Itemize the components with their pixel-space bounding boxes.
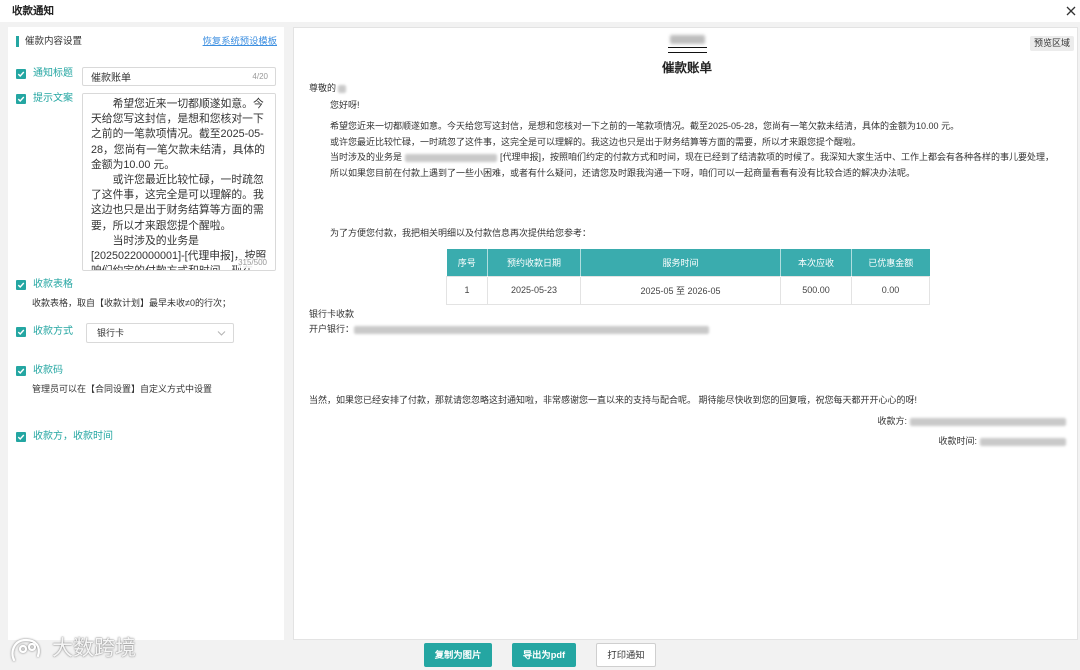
check-icon	[17, 368, 25, 375]
preview-panel: 预览区域 催款账单 尊敬的 您好呀! 希望您近来一切都顺遂如意。今天给您写这封信…	[293, 27, 1078, 640]
letter-body: 希望您近来一切都顺遂如意。今天给您写这封信，是想和您核对一下之前的一笔款项情况。…	[330, 119, 1054, 182]
table-header-cell: 预约收款日期	[487, 249, 581, 276]
salutation-line: 尊敬的	[309, 83, 347, 94]
redacted-text	[910, 417, 1066, 426]
prompt-text-label: 提示文案	[33, 93, 73, 104]
payee-time-label: 收款方，收款时间	[33, 431, 113, 442]
redacted-text	[354, 325, 710, 334]
table-intro: 为了方便您付款，我把相关明细以及付款信息再次提供给您参考：	[330, 228, 592, 238]
business-line: 当时涉及的业务是 [代理申报]，按照咱们约定的付款方式和时间，现在已经到了结清款项…	[330, 150, 1054, 166]
redacted-text	[980, 437, 1066, 446]
letter-line: 希望您近来一切都顺遂如意。今天给您写这封信，是想和您核对一下之前的一笔款项情况。…	[330, 121, 960, 131]
closing-text: 当然，如果您已经安排了付款，那就请您忽略这封通知啦，非常感谢您一直以来的支持与配…	[309, 395, 918, 405]
redacted-logo	[670, 35, 705, 44]
section-title: 催款内容设置	[25, 36, 83, 47]
payee-label: 收款方:	[877, 416, 907, 426]
check-icon	[17, 329, 25, 336]
payment-code-label: 收款码	[33, 365, 63, 376]
payment-time-row: 收款时间:	[938, 436, 1066, 447]
title-rule	[668, 47, 707, 53]
window-title: 收款通知	[12, 5, 54, 17]
chevron-down-icon	[217, 331, 226, 336]
notice-title-counter: 4/20	[252, 72, 268, 81]
notice-title-label: 通知标题	[33, 68, 73, 79]
prompt-text-textarea[interactable]: 希望您近来一切都顺遂如意。今天给您写这封信，是想和您核对一下之前的一笔款项情况。…	[82, 93, 276, 271]
letter-line: 或许您最近比较忙碌，一时疏忽了这件事，这完全是可以理解的。我这边也只是出于财务结…	[330, 136, 862, 147]
redacted-text	[405, 154, 498, 163]
letter-line: 所以如果您目前在付款上遇到了一些小困难，或者有什么疑问，还请您及时跟我沟通一下呀…	[330, 168, 916, 179]
check-icon	[17, 282, 25, 289]
section-marker	[16, 36, 19, 47]
payment-time-label: 收款时间:	[938, 436, 977, 446]
table-header-row: 序号 预约收款日期 服务时间 本次应收 已优惠金额	[446, 249, 930, 276]
table-header-cell: 序号	[446, 249, 488, 276]
payment-code-description: 管理员可以在【合同设置】自定义方式中设置	[32, 384, 213, 394]
table-cell: 2025-05-23	[487, 275, 581, 305]
bank-heading: 银行卡收款	[309, 309, 355, 319]
table-row: 1 2025-05-23 2025-05 至 2026-05 500.00 0.…	[446, 275, 930, 305]
redacted-text	[338, 84, 347, 93]
notice-title-input[interactable]	[82, 67, 276, 86]
payment-table-label: 收款表格	[33, 279, 73, 290]
settings-panel: 催款内容设置 恢复系统预设模板 通知标题 4/20 提示文案 希望您近来一切都顺…	[8, 27, 284, 640]
table-header-cell: 服务时间	[580, 249, 781, 276]
check-icon	[17, 96, 25, 103]
preview-area-tag: 预览区域	[1030, 36, 1074, 51]
document-title: 催款账单	[661, 61, 712, 75]
table-cell: 500.00	[780, 275, 852, 305]
table-header-cell: 已优惠金额	[851, 249, 930, 276]
payment-table: 序号 预约收款日期 服务时间 本次应收 已优惠金额 1 2025-05-23 2…	[446, 249, 930, 305]
salutation: 尊敬的	[309, 83, 337, 93]
table-header-cell: 本次应收	[780, 249, 852, 276]
prompt-text-counter: 315/500	[237, 258, 268, 268]
payment-table-checkbox[interactable]	[16, 280, 26, 290]
title-bar: 收款通知	[0, 0, 1080, 22]
bank-line: 开户银行：	[309, 324, 710, 335]
export-pdf-button[interactable]: 导出为pdf	[512, 643, 576, 667]
payment-table-description: 收款表格，取自【收款计划】最早未收≠0的行次；	[32, 298, 231, 308]
print-notice-button[interactable]: 打印通知	[596, 643, 656, 667]
notice-title-checkbox[interactable]	[16, 69, 26, 79]
table-cell: 2025-05 至 2026-05	[580, 275, 781, 305]
prompt-text-checkbox[interactable]	[16, 94, 26, 104]
business-prefix: 当时涉及的业务是	[330, 152, 403, 163]
payment-code-checkbox[interactable]	[16, 366, 26, 376]
check-icon	[17, 434, 25, 441]
business-suffix: [代理申报]，按照咱们约定的付款方式和时间，现在已经到了结清款项的时候了。我深知…	[500, 152, 1055, 163]
payment-method-label: 收款方式	[33, 326, 73, 337]
watermark-logo-icon	[11, 638, 40, 662]
payee-time-checkbox[interactable]	[16, 432, 26, 442]
payment-method-select[interactable]: 银行卡	[86, 323, 234, 343]
restore-template-link[interactable]: 恢复系统预设模板	[203, 35, 277, 48]
check-icon	[17, 71, 25, 78]
copy-as-image-button[interactable]: 复制为图片	[424, 643, 492, 667]
greeting: 您好呀!	[330, 100, 360, 110]
bank-label: 开户银行：	[309, 324, 355, 334]
close-icon[interactable]	[1064, 4, 1078, 18]
payment-method-selected: 银行卡	[97, 328, 125, 338]
payee-row: 收款方:	[877, 416, 1066, 427]
payment-method-checkbox[interactable]	[16, 327, 26, 337]
table-cell: 0.00	[851, 275, 930, 305]
table-cell: 1	[446, 275, 488, 305]
